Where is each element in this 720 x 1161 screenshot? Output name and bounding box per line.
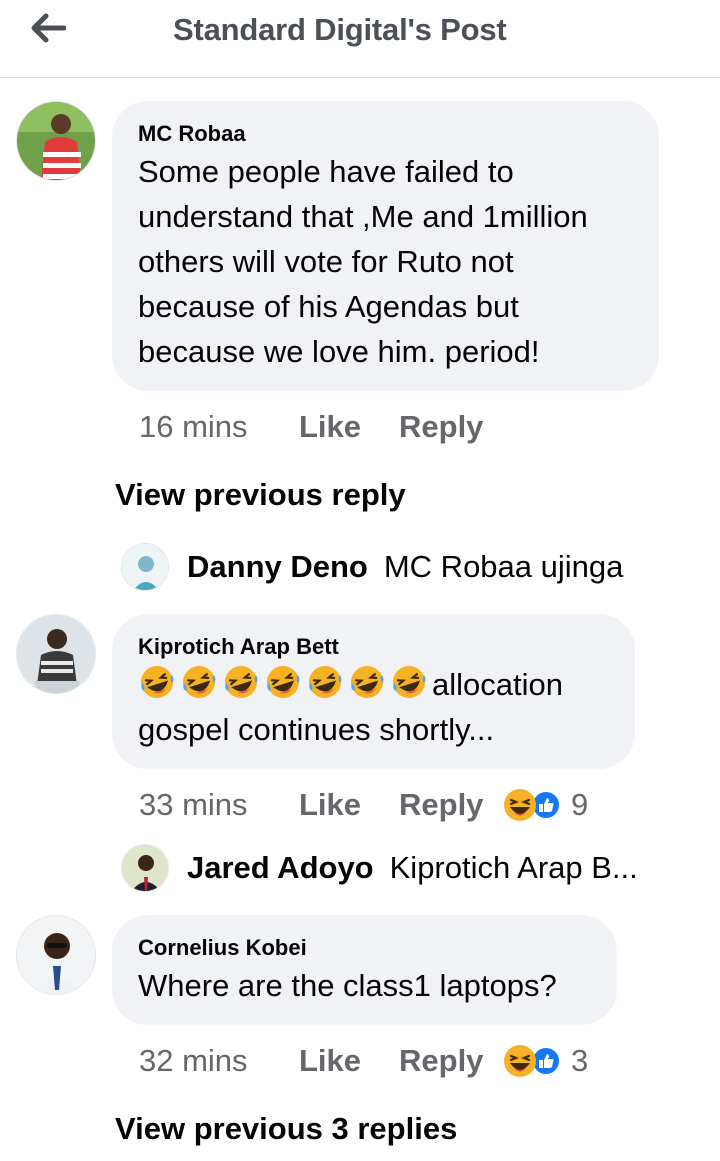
comment-timestamp[interactable]: 33 mins [139,787,299,823]
reply-author[interactable]: Danny Deno [187,549,368,585]
comment-bubble[interactable]: MC Robaa Some people have failed to unde… [112,101,659,391]
rolling-laughing-emoji-icon [393,666,426,698]
reaction-count: 9 [571,787,589,822]
comment-text-fragment: allocation [432,667,563,702]
like-button[interactable]: Like [299,787,399,823]
like-button[interactable]: Like [299,1043,399,1079]
comment-text-line: because of his Agendas but [138,289,519,324]
like-button[interactable]: Like [299,409,399,445]
comment-text-line: gospel continues shortly... [138,712,495,747]
comment-text-line: Where are the class1 laptops? [138,968,557,1003]
reply-button[interactable]: Reply [399,1043,503,1079]
comment-actions: 33 mins Like Reply 9 [139,785,588,825]
comment-actions: 32 mins Like Reply 3 [139,1041,588,1081]
comment-actions: 16 mins Like Reply [139,407,503,447]
reply-button[interactable]: Reply [399,787,503,823]
avatar-photo [122,544,168,590]
comment-bubble[interactable]: Kiprotich Arap Bett allocation gospel co… [112,614,635,769]
comment-text-line: Some people have failed to [138,154,514,189]
rolling-laughing-emoji-icon [351,666,384,698]
reply-author[interactable]: Jared Adoyo [187,850,374,886]
reaction-count: 3 [571,1043,589,1078]
reply-text: MC Robaa ujinga [383,549,624,584]
arrow-left-icon [31,13,66,43]
comment-text-line: understand that ,Me and 1million [138,199,588,234]
avatar[interactable] [121,543,169,591]
reply-preview[interactable]: Jared Adoyo Kiprotich Arap B... [121,844,638,892]
avatar[interactable] [16,614,96,694]
reply-text: Kiprotich Arap B... [389,850,638,885]
view-previous-replies-link[interactable]: View previous 3 replies [115,1111,457,1147]
reply-preview[interactable]: Danny Deno MC Robaa ujinga [121,543,623,591]
reaction-summary[interactable]: 3 [503,1043,588,1079]
page-title: Standard Digital's Post [173,12,507,47]
view-previous-replies-link[interactable]: View previous reply [115,477,406,513]
haha-reaction-icon [504,1045,536,1077]
avatar[interactable] [16,915,96,995]
rolling-laughing-emoji-icon [267,666,300,698]
haha-reaction-icon [504,789,536,821]
rolling-laughing-emoji-icon [309,666,342,698]
comment-text-line: allocation [138,662,609,707]
comment-text-line: others will vote for Ruto not [138,244,514,279]
avatar-photo [17,916,95,994]
avatar[interactable] [16,101,96,181]
comment-author[interactable]: Kiprotich Arap Bett [138,632,609,662]
comment-timestamp[interactable]: 16 mins [139,409,299,445]
reaction-summary[interactable]: 9 [503,787,588,823]
rolling-laughing-emoji-icon [225,666,258,698]
comment-text-line: because we love him. period! [138,334,540,369]
comment-timestamp[interactable]: 32 mins [139,1043,299,1079]
rolling-laughing-emoji-icon [141,666,174,698]
back-button[interactable] [26,8,70,48]
reply-button[interactable]: Reply [399,409,503,445]
rolling-laughing-emoji-icon [183,666,216,698]
comment-bubble[interactable]: Cornelius Kobei Where are the class1 lap… [112,915,617,1025]
avatar-photo [17,102,95,180]
avatar-photo [17,615,95,693]
emoji-row [138,666,432,702]
comment-author[interactable]: Cornelius Kobei [138,933,591,963]
avatar[interactable] [121,844,169,892]
avatar-photo [122,845,168,891]
top-bar: Standard Digital's Post [0,0,720,78]
comment-author[interactable]: MC Robaa [138,119,633,149]
